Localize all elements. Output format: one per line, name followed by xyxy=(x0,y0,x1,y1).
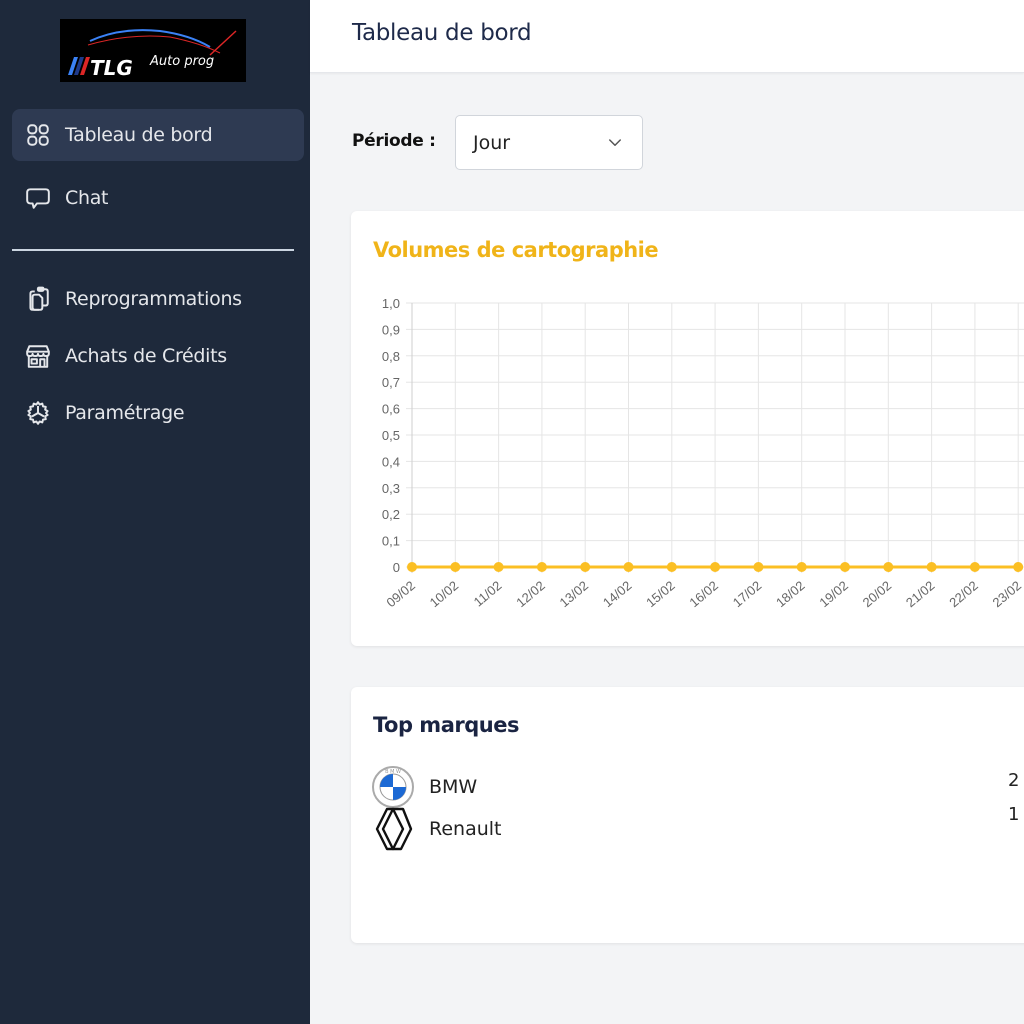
top-brands-title: Top marques xyxy=(373,713,519,737)
x-tick-label: 18/02 xyxy=(773,578,808,610)
x-tick-label: 16/02 xyxy=(686,578,721,610)
volumes-line-chart: 0 0,1 0,2 0,3 0,4 0,5 0,6 0,7 0,8 0,9 1,0 09/02 10/0… xyxy=(382,296,1024,610)
renault-logo-icon xyxy=(371,807,415,851)
storefront-icon xyxy=(24,342,52,370)
brand-row-bmw: B M W BMW 2 xyxy=(371,765,1024,809)
data-point xyxy=(407,562,417,572)
y-tick-label: 0,8 xyxy=(382,349,400,364)
chevron-down-icon xyxy=(609,139,621,146)
volumes-chart-card: Volumes de cartographie 0 0,1 0,2 0,3 0,4 0,5… xyxy=(351,211,1024,646)
x-tick-label: 14/02 xyxy=(600,578,635,610)
sidebar-item-credits[interactable]: Achats de Crédits xyxy=(12,330,304,382)
data-point xyxy=(796,562,807,572)
data-point xyxy=(580,562,591,572)
sidebar-item-label: Tableau de bord xyxy=(65,124,213,146)
sidebar-item-reprogrammations[interactable]: Reprogrammations xyxy=(12,273,304,325)
data-point xyxy=(883,562,894,572)
sidebar-item-dashboard[interactable]: Tableau de bord xyxy=(12,109,304,161)
y-tick-label: 0,9 xyxy=(382,322,400,337)
brand-logo[interactable]: TLG Auto prog xyxy=(60,19,246,82)
x-tick-label: 20/02 xyxy=(860,578,895,610)
sidebar: TLG Auto prog Tableau de bord Chat Repro… xyxy=(0,0,310,1024)
x-tick-label: 23/02 xyxy=(990,578,1024,610)
data-point xyxy=(536,562,547,572)
grid-icon xyxy=(24,121,52,149)
chat-bubble-icon xyxy=(24,184,52,212)
brand-count: 2 xyxy=(1008,770,1020,791)
x-tick-label: 12/02 xyxy=(513,578,548,610)
y-tick-label: 0,4 xyxy=(382,454,400,469)
y-tick-label: 0,5 xyxy=(382,428,400,443)
x-tick-label: 15/02 xyxy=(643,578,678,610)
x-tick-label: 11/02 xyxy=(471,578,505,610)
clipboard-copy-icon xyxy=(24,285,52,313)
sidebar-item-label: Paramétrage xyxy=(65,402,185,424)
y-tick-label: 0,7 xyxy=(382,375,400,390)
brand-name: Renault xyxy=(429,818,502,840)
y-tick-label: 0 xyxy=(393,560,400,575)
y-tick-label: 0,6 xyxy=(382,402,400,417)
sidebar-item-label: Chat xyxy=(65,187,109,209)
sidebar-item-settings[interactable]: Paramétrage xyxy=(12,387,304,439)
x-tick-label: 22/02 xyxy=(946,578,981,610)
sidebar-item-label: Reprogrammations xyxy=(65,288,242,310)
data-point xyxy=(623,562,634,572)
brand-name: BMW xyxy=(429,776,478,798)
logo-main-text: TLG xyxy=(90,56,133,80)
brand-row-renault: Renault 1 xyxy=(371,804,1024,851)
y-tick-label: 1,0 xyxy=(382,296,400,311)
period-select[interactable]: Jour xyxy=(455,115,643,170)
data-point xyxy=(753,562,764,572)
data-point xyxy=(710,562,721,572)
sidebar-item-chat[interactable]: Chat xyxy=(12,172,304,224)
top-brands-card: Top marques B M W BMW 2 Renault 1 xyxy=(351,687,1024,943)
data-point xyxy=(840,562,850,572)
page-title: Tableau de bord xyxy=(352,20,532,46)
brand-count: 1 xyxy=(1008,804,1020,825)
gear-icon xyxy=(24,399,52,427)
period-label: Période : xyxy=(352,131,436,151)
x-tick-label: 17/02 xyxy=(730,578,765,610)
svg-text:B M W: B M W xyxy=(385,769,401,775)
data-point xyxy=(1013,562,1024,572)
data-point xyxy=(969,562,980,572)
x-tick-label: 21/02 xyxy=(903,578,938,610)
data-point xyxy=(450,562,461,572)
tlg-logo-icon: TLG Auto prog xyxy=(68,29,237,80)
y-tick-label: 0,2 xyxy=(382,507,400,522)
period-select-value: Jour xyxy=(473,131,511,154)
sidebar-divider xyxy=(12,249,294,251)
x-tick-label: 19/02 xyxy=(816,578,851,610)
logo-sub-text: Auto prog xyxy=(149,54,214,69)
y-tick-label: 0,1 xyxy=(382,534,400,549)
data-point xyxy=(493,562,504,572)
x-tick-label: 09/02 xyxy=(383,578,418,610)
top-bar: Tableau de bord xyxy=(310,0,1024,73)
bmw-logo-icon: B M W xyxy=(371,765,415,809)
sidebar-item-label: Achats de Crédits xyxy=(65,345,227,367)
x-tick-label: 10/02 xyxy=(427,578,462,610)
y-tick-label: 0,3 xyxy=(382,481,400,496)
x-tick-label: 13/02 xyxy=(557,578,592,610)
data-point xyxy=(926,562,937,572)
data-point xyxy=(666,562,677,572)
